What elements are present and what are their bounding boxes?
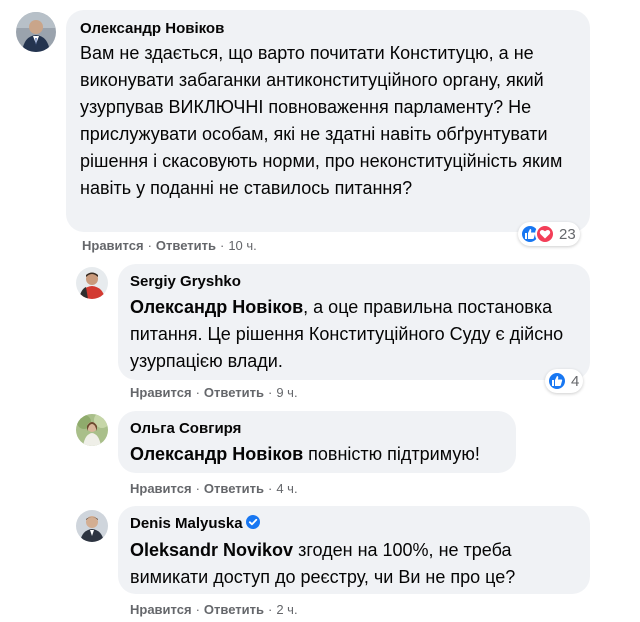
comment-actions: Нравится · Ответить · 2 ч. bbox=[130, 602, 298, 617]
reply-link[interactable]: Ответить bbox=[204, 385, 264, 400]
comment-bubble: Denis Malyuska Oleksandr Novikov згоден … bbox=[118, 506, 590, 594]
comment-actions: Нравится · Ответить · 10 ч. bbox=[82, 238, 257, 253]
comment-bubble: Олександр Новіков Вам не здається, що ва… bbox=[66, 10, 590, 232]
comment-time[interactable]: 4 ч. bbox=[276, 481, 297, 496]
love-icon bbox=[535, 224, 555, 244]
reaction-summary[interactable]: 23 bbox=[518, 222, 580, 246]
comment-text: Вам не здається, що варто почитати Конст… bbox=[80, 43, 563, 198]
reply-link[interactable]: Ответить bbox=[204, 602, 264, 617]
comment-author[interactable]: Ольга Совгиря bbox=[130, 420, 504, 437]
separator-dot: · bbox=[219, 238, 225, 253]
separator-dot: · bbox=[267, 602, 273, 617]
verified-badge-icon bbox=[245, 515, 260, 533]
like-link[interactable]: Нравится bbox=[130, 602, 192, 617]
mention-link[interactable]: Олександр Новіков bbox=[130, 444, 303, 464]
comment-time[interactable]: 10 ч. bbox=[228, 238, 256, 253]
avatar[interactable] bbox=[76, 267, 108, 299]
like-link[interactable]: Нравится bbox=[130, 481, 192, 496]
reaction-count: 4 bbox=[571, 372, 580, 390]
comment-author: Denis Malyuska bbox=[130, 515, 578, 533]
comment-actions: Нравится · Ответить · 4 ч. bbox=[130, 481, 298, 496]
separator-dot: · bbox=[147, 238, 152, 253]
comment-text: Олександр Новіков повністю підтримую! bbox=[130, 441, 504, 468]
reaction-summary[interactable]: 4 bbox=[545, 369, 584, 393]
comment-actions: Нравится · Ответить · 9 ч. bbox=[130, 385, 298, 400]
separator-dot: · bbox=[195, 481, 200, 496]
comment-bubble: Sergiy Gryshko Олександр Новіков, а оце … bbox=[118, 264, 590, 380]
separator-dot: · bbox=[267, 385, 273, 400]
comment-text: Oleksandr Novikov згоден на 100%, не тре… bbox=[130, 537, 578, 591]
mention-link[interactable]: Олександр Новіков bbox=[130, 297, 303, 317]
comment-time[interactable]: 9 ч. bbox=[276, 385, 297, 400]
like-icon bbox=[547, 371, 567, 391]
reaction-count: 23 bbox=[559, 225, 576, 243]
comment-bubble: Ольга Совгиря Олександр Новіков повністю… bbox=[118, 411, 516, 473]
comment-author[interactable]: Олександр Новіков bbox=[80, 20, 576, 37]
like-link[interactable]: Нравится bbox=[82, 238, 144, 253]
comment-time[interactable]: 2 ч. bbox=[276, 602, 297, 617]
reply-link[interactable]: Ответить bbox=[204, 481, 264, 496]
separator-dot: · bbox=[195, 385, 200, 400]
separator-dot: · bbox=[267, 481, 273, 496]
comment-body: повністю підтримую! bbox=[303, 444, 480, 464]
like-link[interactable]: Нравится bbox=[130, 385, 192, 400]
avatar[interactable] bbox=[76, 510, 108, 542]
reply-link[interactable]: Ответить bbox=[156, 238, 216, 253]
separator-dot: · bbox=[195, 602, 200, 617]
comment-author[interactable]: Sergiy Gryshko bbox=[130, 273, 578, 290]
comment-text: Олександр Новіков, а оце правильна поста… bbox=[130, 294, 578, 375]
mention-link[interactable]: Oleksandr Novikov bbox=[130, 540, 293, 560]
author-name[interactable]: Denis Malyuska bbox=[130, 515, 243, 532]
avatar[interactable] bbox=[16, 12, 56, 52]
avatar[interactable] bbox=[76, 414, 108, 446]
